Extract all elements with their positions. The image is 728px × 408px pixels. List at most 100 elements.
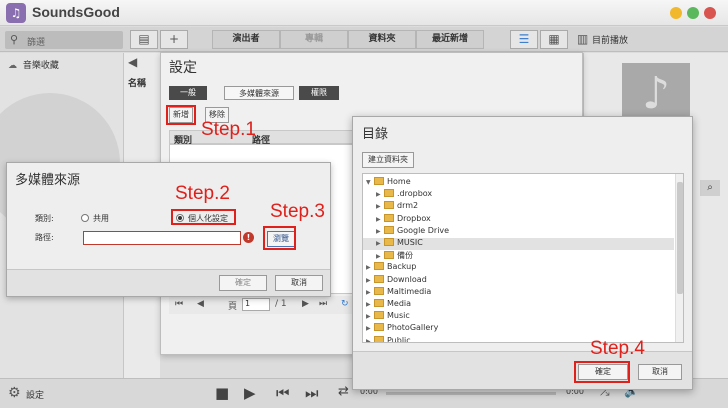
tree-item[interactable]: ▶ drm2 bbox=[363, 201, 674, 213]
tree-item-label: MUSIC bbox=[397, 238, 423, 247]
step1-label: Step.1 bbox=[201, 119, 256, 140]
search-placeholder: 篩選 bbox=[27, 38, 46, 48]
tab-general[interactable]: 一般 bbox=[169, 86, 207, 100]
sidebar-item-label: 音樂收藏 bbox=[22, 61, 59, 71]
next-page-icon[interactable]: ▶ bbox=[302, 299, 309, 309]
repeat-icon[interactable]: ⇄ bbox=[338, 384, 349, 399]
directory-dialog-title: 目錄 bbox=[362, 127, 389, 142]
media-source-dialog-footer: 確定 取消 bbox=[7, 269, 330, 296]
tab-permissions[interactable]: 權限 bbox=[299, 86, 339, 100]
collapsed-arrow-icon[interactable]: ▶ bbox=[376, 240, 384, 247]
close-button[interactable] bbox=[704, 7, 716, 19]
tree-item[interactable]: ▶ 備份 bbox=[363, 250, 674, 262]
tree-item[interactable]: ▶ Maltimedia bbox=[363, 286, 674, 299]
list-view-icon[interactable]: ☰ bbox=[510, 30, 538, 49]
collapsed-arrow-icon[interactable]: ▶ bbox=[366, 313, 374, 320]
ok-button[interactable]: 確定 bbox=[219, 275, 267, 291]
folder-icon bbox=[374, 274, 384, 283]
scrollbar-thumb[interactable] bbox=[677, 182, 683, 294]
tree-item-label: Download bbox=[387, 274, 427, 284]
collapsed-arrow-icon[interactable]: ▶ bbox=[366, 301, 374, 308]
collapsed-arrow-icon[interactable]: ▶ bbox=[376, 203, 384, 210]
add-button[interactable]: + bbox=[160, 30, 188, 49]
tree-item-label: Maltimedia bbox=[387, 286, 432, 296]
collapsed-arrow-icon[interactable]: ▶ bbox=[366, 289, 374, 296]
tree-item[interactable]: ▶ .dropbox bbox=[363, 189, 674, 201]
sidebar-item-music-collection[interactable]: ☁ 音樂收藏 bbox=[8, 58, 59, 71]
stop-icon[interactable]: ■ bbox=[215, 384, 229, 402]
play-icon[interactable]: ▶ bbox=[244, 384, 256, 402]
previous-icon[interactable]: ⏮ bbox=[276, 384, 290, 402]
tab-albums[interactable]: 專輯 bbox=[280, 30, 348, 49]
maximize-button[interactable] bbox=[687, 7, 699, 19]
playlist-icon[interactable]: ▤ bbox=[130, 30, 158, 49]
cancel-button[interactable]: 取消 bbox=[638, 364, 682, 380]
search-icon: ⚲ bbox=[10, 33, 19, 46]
radio-shared-label[interactable]: 共用 bbox=[93, 213, 109, 224]
folder-icon bbox=[374, 177, 384, 185]
page-number-input[interactable]: 1 bbox=[242, 298, 270, 311]
next-icon[interactable]: ⏭ bbox=[305, 384, 319, 402]
folder-icon bbox=[374, 311, 384, 320]
collapsed-arrow-icon[interactable]: ▶ bbox=[376, 191, 384, 198]
back-arrow-icon[interactable]: ◀ bbox=[128, 55, 137, 69]
tree-item-label: Home bbox=[387, 177, 411, 186]
tree-item-label: .dropbox bbox=[397, 189, 433, 199]
minimize-button[interactable] bbox=[670, 7, 682, 19]
tree-item-label: Dropbox bbox=[397, 213, 431, 223]
tree-item-label: drm2 bbox=[397, 201, 419, 211]
tree-item[interactable]: ▶ PhotoGallery bbox=[363, 323, 674, 335]
tree-item[interactable]: ▶ Backup bbox=[363, 262, 674, 274]
cancel-button[interactable]: 取消 bbox=[275, 275, 323, 291]
expanded-arrow-icon[interactable]: ▼ bbox=[366, 179, 374, 186]
collapsed-arrow-icon[interactable]: ▶ bbox=[376, 216, 384, 223]
folder-icon bbox=[384, 251, 394, 260]
app-logo-icon: ♫ bbox=[6, 3, 26, 23]
tab-recently-added[interactable]: 最近新增 bbox=[416, 30, 484, 49]
highlight-ok-button bbox=[574, 361, 630, 383]
gear-icon[interactable]: ⚙ bbox=[8, 385, 21, 401]
settings-label[interactable]: 設定 bbox=[26, 388, 44, 401]
toolbar: ⚲ 篩選 ▤ + 演出者 專輯 資料夾 最近新增 ☰ ▦ ▥ 目前播放 bbox=[0, 27, 728, 52]
refresh-list-icon[interactable]: ↻ bbox=[341, 299, 349, 309]
prev-page-icon[interactable]: ◀ bbox=[197, 299, 204, 309]
media-source-dialog-title: 多媒體來源 bbox=[15, 173, 81, 188]
collapsed-arrow-icon[interactable]: ▶ bbox=[366, 264, 374, 271]
lyrics-icon[interactable]: ⌕ bbox=[700, 180, 720, 196]
tree-scrollbar[interactable] bbox=[675, 174, 683, 342]
tree-item[interactable]: ▶ Dropbox bbox=[363, 213, 674, 226]
path-label: 路徑: bbox=[35, 233, 54, 242]
new-folder-button[interactable]: 建立資料夾 bbox=[362, 152, 414, 168]
page-label: 頁 bbox=[228, 302, 238, 312]
tree-item-label: Media bbox=[387, 299, 412, 308]
tree-item[interactable]: ▼ Home bbox=[363, 177, 674, 189]
type-label: 類別: bbox=[35, 214, 54, 223]
tree-item[interactable]: ▶ Media bbox=[363, 299, 674, 311]
collapsed-arrow-icon[interactable]: ▶ bbox=[366, 277, 374, 284]
collapsed-arrow-icon[interactable]: ▶ bbox=[376, 253, 384, 260]
tree-item[interactable]: ▶ Google Drive bbox=[363, 225, 674, 238]
collapsed-arrow-icon[interactable]: ▶ bbox=[366, 325, 374, 332]
tree-item[interactable]: ▶ Download bbox=[363, 274, 674, 287]
tree-item[interactable]: ▶ MUSIC bbox=[363, 238, 674, 250]
tab-folders[interactable]: 資料夾 bbox=[348, 30, 416, 49]
tree-item-label: 備份 bbox=[397, 251, 413, 261]
folder-icon bbox=[384, 238, 394, 246]
folder-icon bbox=[374, 262, 384, 271]
path-input[interactable] bbox=[83, 231, 241, 245]
progress-bar[interactable] bbox=[386, 392, 556, 395]
tab-artists[interactable]: 演出者 bbox=[212, 30, 280, 49]
tree-item[interactable]: ▶ Music bbox=[363, 311, 674, 323]
tree-item-label: Public bbox=[387, 335, 411, 343]
collapsed-arrow-icon[interactable]: ▶ bbox=[376, 228, 384, 235]
page-total: / 1 bbox=[275, 299, 287, 309]
first-page-icon[interactable]: ⏮ bbox=[175, 299, 183, 309]
tree-item-label: PhotoGallery bbox=[387, 323, 439, 333]
radio-shared[interactable] bbox=[81, 214, 89, 222]
collapsed-arrow-icon[interactable]: ▶ bbox=[366, 338, 374, 342]
grid-view-icon[interactable]: ▦ bbox=[540, 30, 568, 49]
search-input[interactable]: ⚲ 篩選 bbox=[5, 31, 123, 49]
folder-icon bbox=[384, 213, 394, 222]
tab-media-source[interactable]: 多媒體來源 bbox=[224, 86, 294, 100]
last-page-icon[interactable]: ⏭ bbox=[319, 299, 327, 309]
